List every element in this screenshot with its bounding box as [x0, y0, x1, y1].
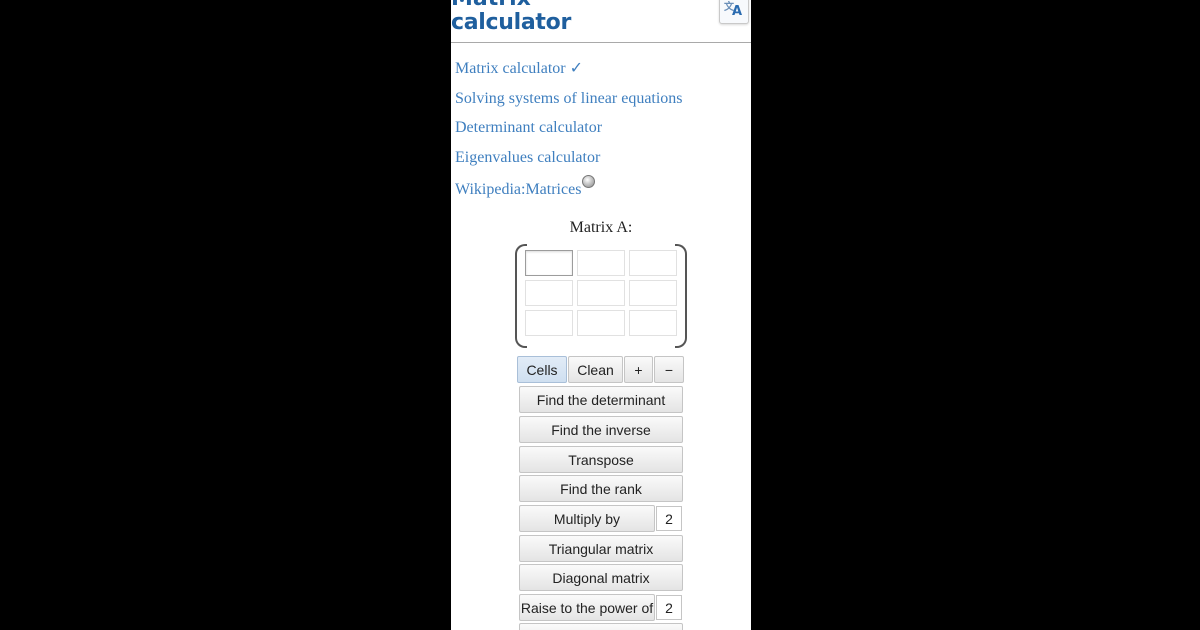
- link-wikipedia-matrices[interactable]: Wikipedia:Matrices: [455, 175, 683, 205]
- related-links: Matrix calculator ✓ Solving systems of l…: [455, 57, 683, 205]
- matrix-cell[interactable]: [629, 280, 677, 306]
- right-bracket: [675, 244, 687, 348]
- matrix-cell[interactable]: [525, 250, 573, 276]
- matrix-cell[interactable]: [629, 310, 677, 336]
- matrix-grid: [525, 250, 677, 336]
- power-button[interactable]: Raise to the power of: [519, 594, 655, 621]
- transpose-button[interactable]: Transpose: [519, 446, 683, 473]
- translate-icon[interactable]: 文 A: [719, 0, 749, 24]
- link-linear-equations[interactable]: Solving systems of linear equations: [455, 87, 683, 117]
- matrix-cell[interactable]: [577, 310, 625, 336]
- matrix-label: Matrix A:: [569, 219, 633, 236]
- matrix-cell[interactable]: [577, 280, 625, 306]
- remove-cells-button[interactable]: −: [654, 356, 684, 383]
- diagonal-button[interactable]: Diagonal matrix: [519, 564, 683, 591]
- link-label: Matrix calculator ✓: [455, 60, 584, 77]
- rank-button[interactable]: Find the rank: [519, 475, 683, 502]
- cells-button[interactable]: Cells: [517, 356, 567, 383]
- add-cells-button[interactable]: +: [624, 356, 653, 383]
- next-action-button[interactable]: [519, 623, 683, 630]
- power-exponent-input[interactable]: [656, 595, 682, 620]
- link-eigenvalues-calculator[interactable]: Eigenvalues calculator: [455, 146, 683, 176]
- page-header: Matrix calculator 文 A: [451, 0, 751, 43]
- link-matrix-calculator[interactable]: Matrix calculator ✓: [455, 57, 683, 87]
- determinant-button[interactable]: Find the determinant: [519, 386, 683, 413]
- mobile-viewport: Matrix calculator 文 A Matrix calculator …: [451, 0, 751, 630]
- matrix-cell[interactable]: [525, 280, 573, 306]
- multiply-button[interactable]: Multiply by: [519, 505, 655, 532]
- link-label: Eigenvalues calculator: [455, 148, 601, 166]
- matrix-cell[interactable]: [577, 250, 625, 276]
- inverse-button[interactable]: Find the inverse: [519, 416, 683, 443]
- link-label: Solving systems of linear equations: [455, 89, 683, 107]
- wikipedia-icon: [582, 175, 596, 188]
- triangular-button[interactable]: Triangular matrix: [519, 535, 683, 562]
- clean-button[interactable]: Clean: [568, 356, 623, 383]
- matrix-cell[interactable]: [525, 310, 573, 336]
- page-title: calculator: [451, 10, 571, 35]
- link-determinant-calculator[interactable]: Determinant calculator: [455, 116, 683, 146]
- link-label: Determinant calculator: [455, 119, 603, 136]
- link-label: Wikipedia:Matrices: [455, 181, 582, 198]
- multiply-factor-input[interactable]: [656, 506, 682, 531]
- matrix-cell[interactable]: [629, 250, 677, 276]
